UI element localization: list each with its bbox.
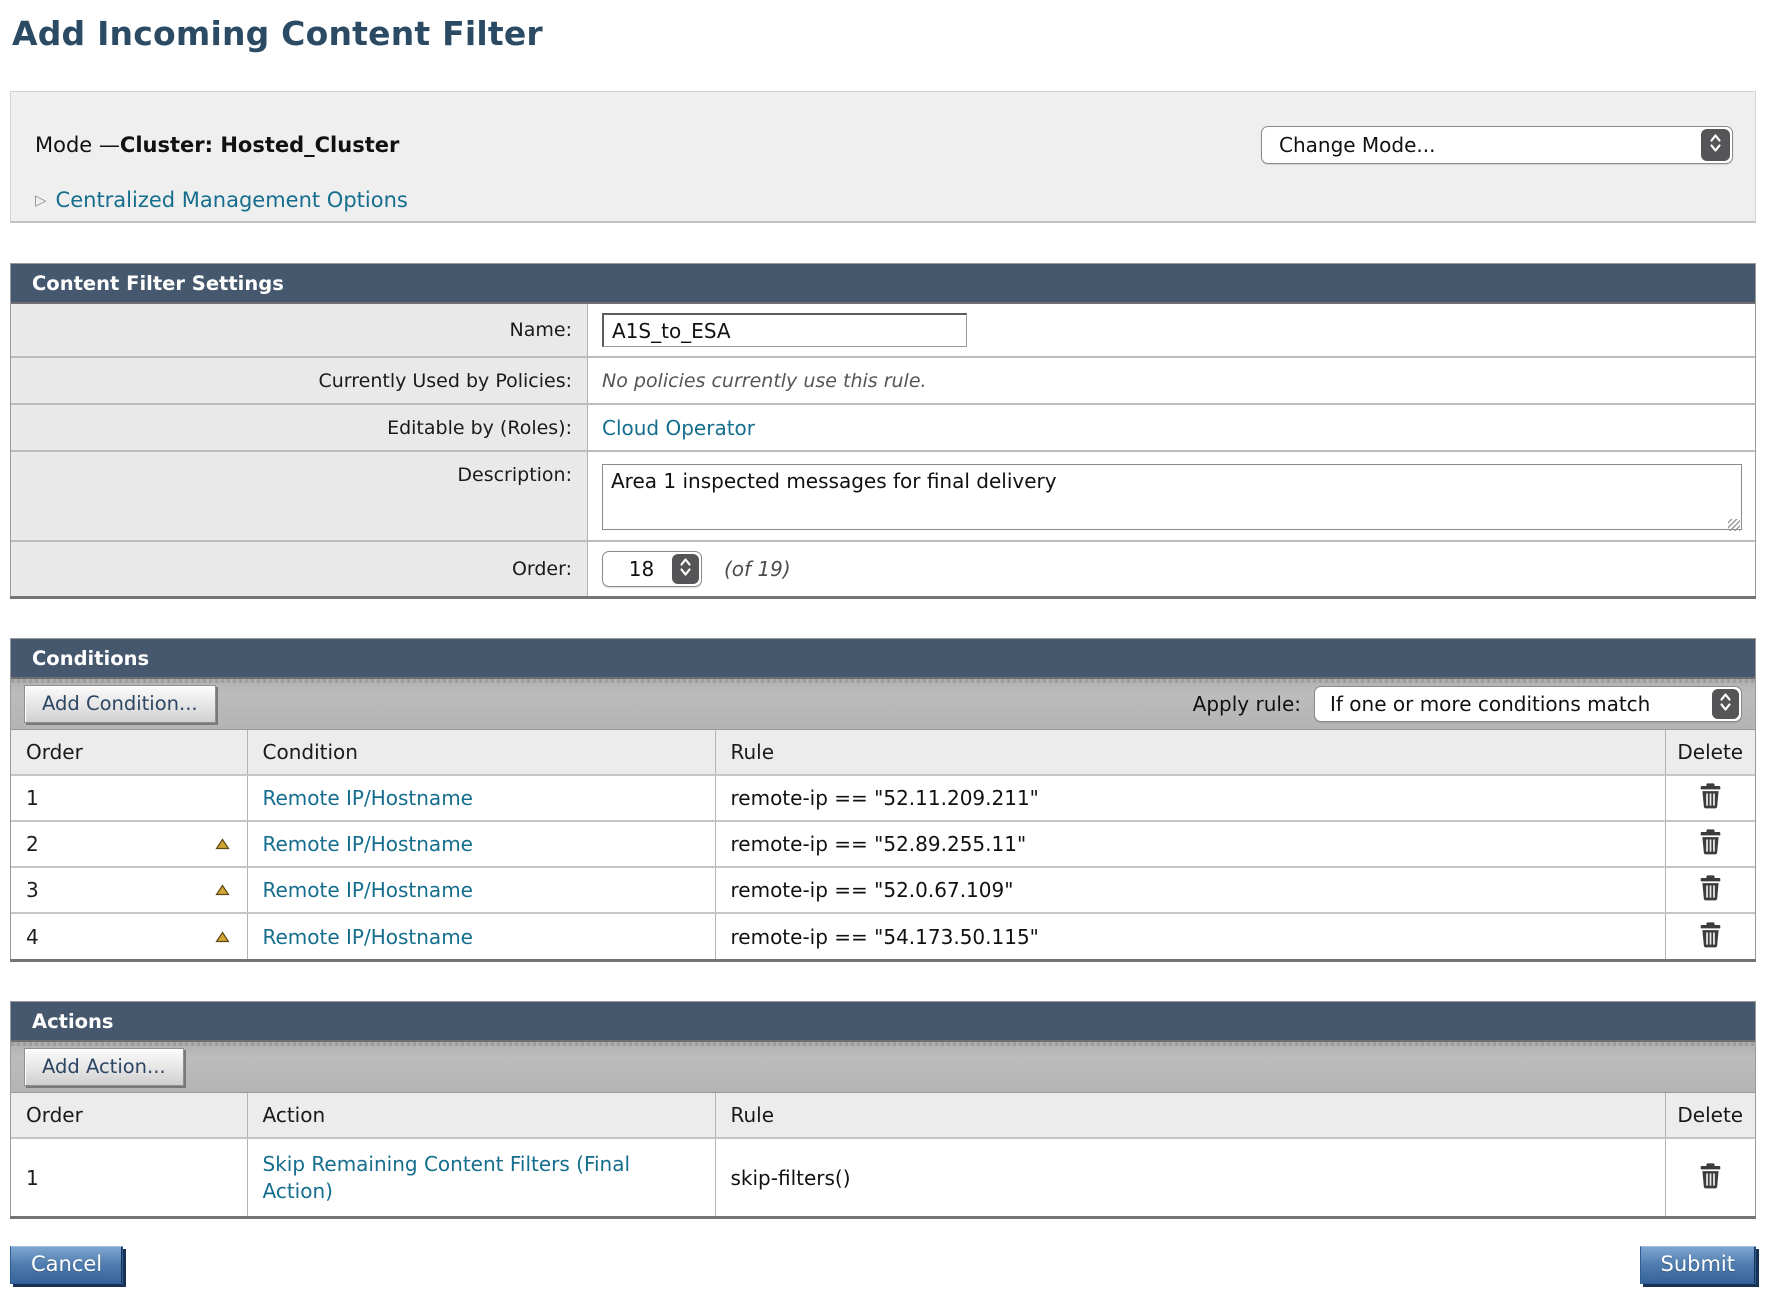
condition-link[interactable]: Remote IP/Hostname: [263, 878, 473, 902]
description-textarea[interactable]: [602, 464, 1742, 530]
order-row: Order: 18 (of 19): [11, 542, 1755, 596]
add-condition-button[interactable]: Add Condition...: [24, 685, 216, 723]
action-order: 1: [11, 1138, 247, 1216]
mode-value: Cluster: Hosted_Cluster: [120, 133, 399, 157]
actions-header: Actions: [11, 1002, 1755, 1042]
condition-order: 4: [26, 925, 39, 949]
order-label: Order:: [11, 542, 588, 596]
editable-roles-label: Editable by (Roles):: [11, 405, 588, 450]
move-up-icon[interactable]: [215, 884, 230, 896]
disclosure-triangle-icon[interactable]: ▷: [35, 193, 47, 208]
order-select-value: 18: [603, 557, 670, 581]
name-label: Name:: [11, 304, 588, 356]
mode-label: Mode —: [35, 133, 120, 157]
submit-button[interactable]: Submit: [1640, 1246, 1757, 1284]
condition-order: 1: [11, 775, 247, 821]
name-row: Name:: [11, 304, 1755, 358]
add-action-button[interactable]: Add Action...: [24, 1048, 184, 1086]
name-input[interactable]: [602, 313, 967, 347]
description-row: Description:: [11, 452, 1755, 542]
editable-roles-row: Editable by (Roles): Cloud Operator: [11, 405, 1755, 452]
content-filter-settings-header: Content Filter Settings: [11, 264, 1755, 304]
condition-row: 3 Remote IP/Hostname remote-ip == "52.0.…: [11, 867, 1755, 913]
policies-row: Currently Used by Policies: No policies …: [11, 358, 1755, 405]
description-label: Description:: [11, 452, 588, 540]
condition-row: 4 Remote IP/Hostname remote-ip == "54.17…: [11, 913, 1755, 959]
actions-header-row: Order Action Rule Delete: [11, 1093, 1755, 1138]
conditions-table: Order Condition Rule Delete 1 Remote IP/…: [11, 730, 1755, 959]
col-delete: Delete: [1665, 1093, 1755, 1138]
col-condition: Condition: [247, 730, 715, 775]
action-link[interactable]: Skip Remaining Content Filters (Final Ac…: [263, 1151, 653, 1205]
move-up-icon[interactable]: [215, 838, 230, 850]
delete-trash-icon[interactable]: [1697, 874, 1724, 901]
select-stepper-icon: [1701, 129, 1730, 161]
conditions-header-row: Order Condition Rule Delete: [11, 730, 1755, 775]
page-root: Add Incoming Content Filter Mode —Cluste…: [0, 0, 1770, 1292]
actions-table: Order Action Rule Delete 1 Skip Remainin…: [11, 1093, 1755, 1216]
actions-toolbar: Add Action...: [11, 1042, 1755, 1093]
col-rule: Rule: [715, 1093, 1665, 1138]
condition-rule: remote-ip == "52.89.255.11": [715, 821, 1665, 867]
order-total: (of 19): [724, 557, 791, 581]
cancel-button[interactable]: Cancel: [10, 1246, 123, 1284]
condition-row: 1 Remote IP/Hostname remote-ip == "52.11…: [11, 775, 1755, 821]
condition-order: 3: [26, 878, 39, 902]
mode-text: Mode —Cluster: Hosted_Cluster: [35, 133, 399, 157]
select-stepper-icon: [672, 554, 699, 584]
condition-order: 2: [26, 832, 39, 856]
col-delete: Delete: [1665, 730, 1755, 775]
cloud-operator-link[interactable]: Cloud Operator: [602, 416, 755, 440]
condition-rule: remote-ip == "54.173.50.115": [715, 913, 1665, 959]
delete-trash-icon[interactable]: [1697, 921, 1724, 948]
apply-rule-select-value: If one or more conditions match: [1315, 692, 1710, 716]
policies-value: No policies currently use this rule.: [602, 370, 927, 392]
col-action: Action: [247, 1093, 715, 1138]
centralized-management-options-link[interactable]: Centralized Management Options: [56, 188, 408, 212]
condition-rule: remote-ip == "52.0.67.109": [715, 867, 1665, 913]
col-order: Order: [11, 730, 247, 775]
select-stepper-icon: [1712, 689, 1739, 719]
condition-rule: remote-ip == "52.11.209.211": [715, 775, 1665, 821]
condition-link[interactable]: Remote IP/Hostname: [263, 786, 473, 810]
conditions-toolbar: Add Condition... Apply rule: If one or m…: [11, 679, 1755, 730]
condition-row: 2 Remote IP/Hostname remote-ip == "52.89…: [11, 821, 1755, 867]
actions-section: Actions Add Action... Order Action Rule …: [10, 1001, 1756, 1216]
delete-trash-icon[interactable]: [1697, 782, 1724, 809]
action-rule: skip-filters(): [715, 1138, 1665, 1216]
change-mode-select-value: Change Mode...: [1262, 133, 1699, 157]
conditions-section: Conditions Add Condition... Apply rule: …: [10, 638, 1756, 959]
apply-rule-select[interactable]: If one or more conditions match: [1314, 686, 1742, 722]
policies-label: Currently Used by Policies:: [11, 358, 588, 403]
order-select[interactable]: 18: [602, 551, 702, 587]
mode-box: Mode —Cluster: Hosted_Cluster Change Mod…: [10, 91, 1756, 223]
conditions-header: Conditions: [11, 639, 1755, 679]
col-order: Order: [11, 1093, 247, 1138]
delete-trash-icon[interactable]: [1697, 1162, 1724, 1189]
content-filter-settings-section: Content Filter Settings Name: Currently …: [10, 263, 1756, 596]
footer: Cancel Submit: [10, 1246, 1756, 1292]
page-title: Add Incoming Content Filter: [10, 10, 1756, 53]
col-rule: Rule: [715, 730, 1665, 775]
change-mode-select[interactable]: Change Mode...: [1261, 126, 1733, 164]
action-row: 1 Skip Remaining Content Filters (Final …: [11, 1138, 1755, 1216]
apply-rule-label: Apply rule:: [1193, 692, 1301, 716]
condition-link[interactable]: Remote IP/Hostname: [263, 925, 473, 949]
move-up-icon[interactable]: [215, 931, 230, 943]
delete-trash-icon[interactable]: [1697, 828, 1724, 855]
condition-link[interactable]: Remote IP/Hostname: [263, 832, 473, 856]
